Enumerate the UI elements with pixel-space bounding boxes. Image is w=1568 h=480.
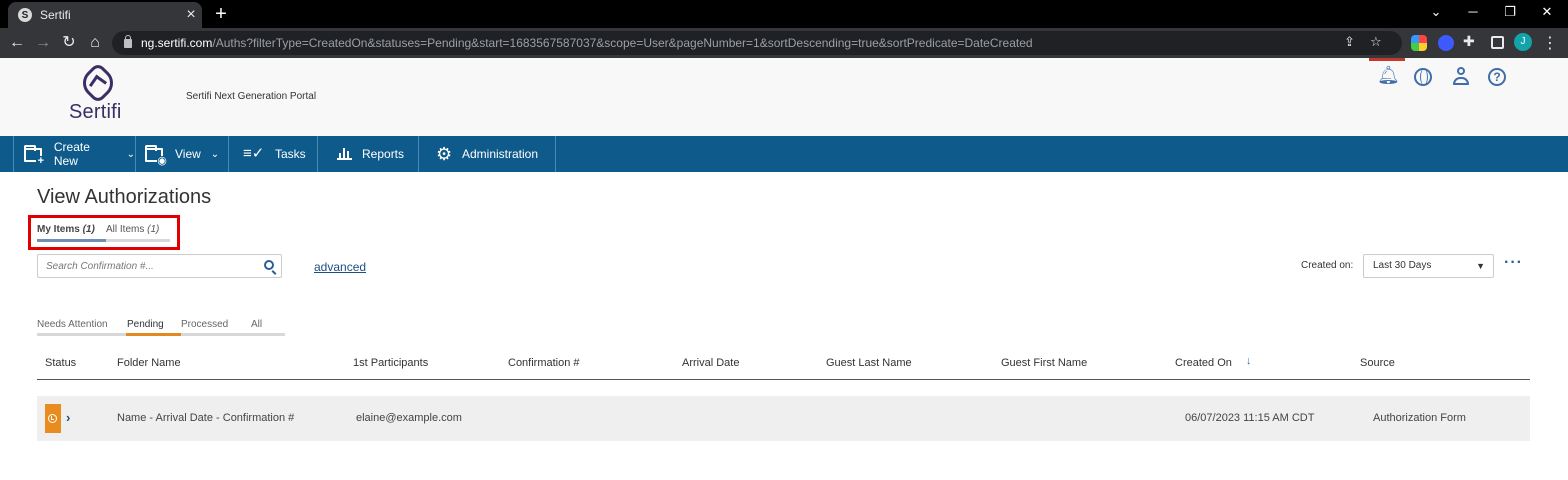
tab-close-icon[interactable]: × <box>180 7 202 23</box>
bookmark-star-icon[interactable]: ☆ <box>1370 34 1382 50</box>
status-badge-pending <box>45 404 61 433</box>
address-bar[interactable]: ng.sertifi.com /Auths?filterType=Created… <box>112 31 1402 55</box>
cell-source: Authorization Form <box>1373 412 1466 424</box>
color-extension-icon[interactable] <box>1411 35 1427 51</box>
restore-icon[interactable]: ❐ <box>1500 4 1520 20</box>
nav-tasks[interactable]: ≡✓ Tasks <box>229 136 318 172</box>
table-header-divider <box>37 379 1530 380</box>
url-path: /Auths?filterType=CreatedOn&statuses=Pen… <box>212 36 1033 50</box>
sertifi-favicon-icon: S <box>18 8 32 22</box>
folder-plus-icon: + <box>24 145 46 167</box>
column-header-guest-last-name[interactable]: Guest Last Name <box>826 357 912 369</box>
column-header-arrival-date[interactable]: Arrival Date <box>682 357 739 369</box>
column-header-status[interactable]: Status <box>45 357 76 369</box>
column-header-source[interactable]: Source <box>1360 357 1395 369</box>
cell-participants: elaine@example.com <box>356 412 462 424</box>
tab-search-chevron-icon[interactable]: ⌄ <box>1426 4 1446 20</box>
browser-tab[interactable]: S Sertifi × <box>8 2 202 28</box>
minimize-icon[interactable]: ─ <box>1463 4 1483 19</box>
back-arrow-icon[interactable]: ← <box>6 32 28 54</box>
side-panel-icon[interactable] <box>1491 36 1504 49</box>
sertifi-logo[interactable]: Sertifi <box>66 61 130 130</box>
extensions-puzzle-icon[interactable]: ✚ <box>1463 33 1479 49</box>
nav-administration[interactable]: ⚙ Administration <box>419 136 556 172</box>
tab-my-items-count: (1) <box>82 224 95 235</box>
forward-arrow-icon[interactable]: → <box>32 32 54 54</box>
column-header-guest-first-name[interactable]: Guest First Name <box>1001 357 1087 369</box>
bell-icon[interactable]: 🔔︎ <box>1377 65 1400 85</box>
tab-all[interactable]: All <box>251 319 262 330</box>
portal-name: Sertifi Next Generation Portal <box>186 91 317 102</box>
tab-needs-attention[interactable]: Needs Attention <box>37 319 108 330</box>
created-on-value: Last 30 Days <box>1373 260 1432 271</box>
password-extension-icon[interactable] <box>1438 35 1454 51</box>
column-header-created-on[interactable]: Created On <box>1175 357 1232 369</box>
more-options-icon[interactable]: ··· <box>1504 255 1523 271</box>
tasks-checklist-icon: ≡✓ <box>243 145 265 162</box>
status-tab-selected-indicator <box>126 333 181 336</box>
lock-icon <box>124 34 132 48</box>
created-on-label: Created on: <box>1301 260 1354 271</box>
browser-menu-icon[interactable]: ⋮ <box>1542 33 1558 53</box>
profile-avatar[interactable]: J <box>1514 33 1532 51</box>
chevron-down-icon: ⌄ <box>210 148 220 160</box>
column-header-participants[interactable]: 1st Participants <box>353 357 428 369</box>
nav-reports[interactable]: Reports <box>318 136 419 172</box>
dropdown-arrow-icon: ▼ <box>1476 261 1485 271</box>
app-header: Sertifi Sertifi Next Generation Portal 🔔… <box>0 58 1568 136</box>
cell-created-on: 06/07/2023 11:15 AM CDT <box>1185 412 1315 424</box>
main-nav: + Create New ⌄ ◉ View ⌄ ≡✓ Tasks Reports… <box>0 136 1568 172</box>
clock-icon <box>48 414 57 423</box>
sort-descending-icon[interactable]: ↓ <box>1246 355 1252 367</box>
tab-my-items[interactable]: My Items (1) <box>37 224 95 235</box>
nav-view-label: View <box>175 147 201 161</box>
nav-create-new-label: Create New <box>53 140 90 168</box>
search-box <box>37 254 282 278</box>
gear-icon: ⚙ <box>436 144 453 164</box>
window-close-icon[interactable]: ✕ <box>1537 4 1557 20</box>
user-icon[interactable] <box>1452 67 1470 87</box>
url-host: ng.sertifi.com <box>141 36 213 50</box>
nav-view[interactable]: ◉ View ⌄ <box>136 136 229 172</box>
tab-all-items-count: (1) <box>147 224 160 235</box>
home-icon[interactable]: ⌂ <box>84 32 106 54</box>
search-input[interactable] <box>38 255 253 277</box>
page-title: View Authorizations <box>37 186 212 208</box>
browser-tab-title: Sertifi <box>40 8 71 22</box>
share-icon[interactable]: ⇪ <box>1344 34 1355 50</box>
created-on-select[interactable]: Last 30 Days ▼ <box>1363 254 1494 278</box>
logo-text: Sertifi <box>69 101 122 123</box>
tab-all-items[interactable]: All Items (1) <box>106 224 159 235</box>
browser-tab-strip: S Sertifi × + ⌄ ─ ❐ ✕ <box>0 0 1568 28</box>
nav-tasks-label: Tasks <box>275 147 306 161</box>
new-tab-icon[interactable]: + <box>210 3 232 25</box>
expand-row-chevron-icon[interactable]: › <box>66 410 70 425</box>
chevron-down-icon: ⌄ <box>126 148 135 160</box>
reload-icon[interactable]: ↻ <box>58 32 80 54</box>
tab-all-items-label: All Items <box>106 224 145 235</box>
folder-eye-icon: ◉ <box>145 145 167 167</box>
column-header-folder-name[interactable]: Folder Name <box>117 357 181 369</box>
scope-tab-selected-indicator <box>37 239 106 242</box>
tab-my-items-label: My Items <box>37 224 80 235</box>
advanced-search-link[interactable]: advanced <box>314 260 366 274</box>
globe-icon[interactable] <box>1414 68 1432 86</box>
tab-processed[interactable]: Processed <box>181 319 228 330</box>
nav-reports-label: Reports <box>362 147 405 161</box>
cell-folder-name[interactable]: Name - Arrival Date - Confirmation # <box>117 412 294 424</box>
help-icon[interactable]: ? <box>1488 68 1506 86</box>
nav-create-new[interactable]: + Create New ⌄ <box>13 136 136 172</box>
browser-toolbar: ← → ↻ ⌂ ng.sertifi.com /Auths?filterType… <box>0 28 1568 58</box>
bar-chart-icon <box>337 148 352 160</box>
tab-pending[interactable]: Pending <box>127 319 164 330</box>
notification-active-indicator <box>1369 58 1405 61</box>
search-icon[interactable] <box>264 260 274 270</box>
nav-administration-label: Administration <box>462 147 539 161</box>
sertifi-logo-icon <box>76 61 120 105</box>
column-header-confirmation[interactable]: Confirmation # <box>508 357 580 369</box>
